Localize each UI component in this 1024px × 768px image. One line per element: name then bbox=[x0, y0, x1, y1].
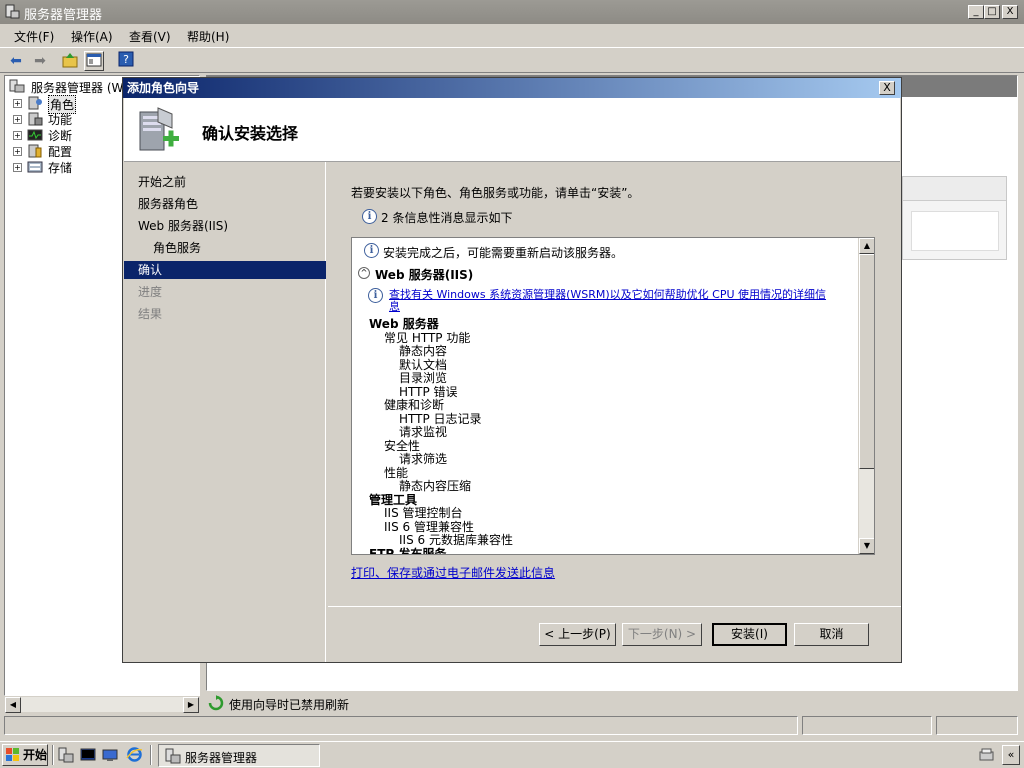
instruction-text: 若要安装以下角色、角色服务或功能，请单击“安装”。 bbox=[351, 186, 640, 200]
window-title: 服务器管理器 bbox=[24, 8, 103, 23]
install-button[interactable]: 安装(I) bbox=[712, 623, 787, 646]
taskbar-button-label: 服务器管理器 bbox=[185, 751, 258, 765]
main-titlebar: 服务器管理器 _ □ X bbox=[0, 0, 1024, 24]
menu-action[interactable]: 操作(A) bbox=[71, 28, 113, 45]
print-save-email-link[interactable]: 打印、保存或通过电子邮件发送此信息 bbox=[351, 564, 555, 581]
command-prompt-icon[interactable] bbox=[80, 747, 96, 763]
forward-arrow-icon[interactable]: ➡ bbox=[30, 51, 50, 71]
dialog-titlebar: 添加角色向导 bbox=[123, 78, 901, 98]
minimize-button[interactable]: _ bbox=[968, 5, 984, 19]
status-bar bbox=[4, 716, 1018, 736]
scroll-right-icon[interactable]: ▶ bbox=[183, 697, 199, 713]
add-roles-wizard-dialog: 添加角色向导 X 确认安装选择 开始之前 服务器角色 Web 服务器(IIS) … bbox=[122, 77, 902, 663]
dialog-heading: 确认安装选择 bbox=[202, 124, 299, 143]
show-desktop-icon[interactable] bbox=[102, 747, 118, 763]
dialog-title: 添加角色向导 bbox=[127, 81, 200, 95]
cancel-button[interactable]: 取消 bbox=[794, 623, 869, 646]
maximize-button[interactable]: □ bbox=[984, 5, 1000, 19]
scroll-left-icon[interactable]: ◀ bbox=[5, 697, 21, 713]
server-manager-icon bbox=[9, 79, 25, 93]
status-pane-main bbox=[4, 716, 798, 735]
help-icon[interactable]: ? bbox=[116, 51, 136, 71]
taskbar-button-server-manager[interactable]: 服务器管理器 bbox=[158, 744, 320, 767]
restart-notice: 安装完成之后，可能需要重新启动该服务器。 bbox=[383, 246, 624, 260]
wsrm-info-link[interactable]: 查找有关 Windows 系统资源管理器(WSRM)以及它如何帮助优化 CPU … bbox=[389, 286, 826, 302]
close-button[interactable]: X bbox=[1002, 5, 1018, 19]
refresh-icon bbox=[208, 695, 224, 711]
nav-confirmation[interactable]: 确认 bbox=[124, 261, 326, 279]
expand-icon[interactable]: + bbox=[13, 115, 22, 124]
back-arrow-icon[interactable]: ⬅ bbox=[6, 51, 26, 71]
server-manager-quicklaunch-icon[interactable] bbox=[58, 747, 74, 763]
tree-root-label: 服务器管理器 (W bbox=[31, 81, 124, 95]
section-title: Web 服务器(IIS) bbox=[375, 268, 474, 282]
toolbar: ⬅ ➡ ? bbox=[0, 47, 1024, 73]
nav-web-server-iis[interactable]: Web 服务器(IIS) bbox=[124, 217, 326, 235]
menu-bar: 文件(F) 操作(A) 查看(V) 帮助(H) bbox=[0, 24, 1024, 46]
server-manager-icon bbox=[5, 4, 20, 19]
wsrm-info-link-cont[interactable]: 息 bbox=[389, 298, 400, 314]
collapse-chevron-icon[interactable]: ^ bbox=[358, 267, 370, 279]
refresh-status: 使用向导时已禁用刷新 bbox=[206, 693, 1018, 713]
status-pane-3 bbox=[936, 716, 1018, 735]
tree-horizontal-scrollbar[interactable]: ◀ ▶ bbox=[4, 696, 200, 713]
storage-icon bbox=[27, 161, 43, 173]
dialog-close-button[interactable]: X bbox=[879, 81, 895, 95]
configuration-icon bbox=[28, 144, 42, 158]
menu-file[interactable]: 文件(F) bbox=[14, 28, 54, 45]
diagnostics-icon bbox=[27, 129, 43, 141]
network-tray-icon[interactable] bbox=[978, 747, 996, 763]
expand-icon[interactable]: + bbox=[13, 163, 22, 172]
refresh-status-text: 使用向导时已禁用刷新 bbox=[229, 698, 350, 712]
expand-icon[interactable]: + bbox=[13, 147, 22, 156]
info-icon: i bbox=[364, 243, 379, 258]
info-icon: i bbox=[368, 288, 383, 303]
server-add-role-icon bbox=[139, 107, 179, 151]
next-button: 下一步(N) > bbox=[622, 623, 702, 646]
back-button[interactable]: < 上一步(P) bbox=[539, 623, 616, 646]
info-count-text: 2 条信息性消息显示如下 bbox=[381, 211, 513, 225]
nav-before-you-begin[interactable]: 开始之前 bbox=[124, 173, 326, 191]
scroll-up-icon[interactable]: ▲ bbox=[859, 238, 874, 254]
features-icon bbox=[28, 112, 43, 126]
expand-icon[interactable]: + bbox=[13, 99, 22, 108]
nav-server-roles[interactable]: 服务器角色 bbox=[124, 195, 326, 213]
windows-logo-icon bbox=[6, 748, 19, 761]
scroll-down-icon[interactable]: ▼ bbox=[859, 538, 874, 554]
nav-role-services[interactable]: 角色服务 bbox=[124, 239, 326, 257]
menu-view[interactable]: 查看(V) bbox=[129, 28, 171, 45]
info-icon: i bbox=[362, 209, 377, 224]
wizard-nav: 开始之前 服务器角色 Web 服务器(IIS) 角色服务 确认 进度 结果 bbox=[124, 162, 326, 662]
up-folder-icon[interactable] bbox=[60, 51, 80, 71]
tree-item-label: 配置 bbox=[48, 145, 73, 159]
nav-progress: 进度 bbox=[138, 285, 163, 299]
roles-icon bbox=[28, 96, 42, 110]
start-label: 开始 bbox=[23, 748, 48, 762]
dialog-header: 确认安装选择 bbox=[124, 98, 900, 162]
details-section-box bbox=[902, 176, 1007, 260]
status-pane-2 bbox=[802, 716, 932, 735]
tree-item-label: 功能 bbox=[48, 113, 73, 127]
tray-expand-button[interactable]: « bbox=[1002, 745, 1020, 765]
results-tree-item: FTP 发布服务 bbox=[369, 546, 447, 555]
scroll-thumb[interactable] bbox=[859, 254, 874, 469]
nav-results: 结果 bbox=[138, 307, 163, 321]
tree-item-label: 存储 bbox=[48, 161, 73, 175]
server-manager-icon bbox=[165, 748, 181, 764]
start-button[interactable]: 开始 bbox=[2, 744, 48, 766]
internet-explorer-icon[interactable] bbox=[126, 746, 143, 763]
svg-text:?: ? bbox=[123, 53, 129, 66]
wizard-footer: < 上一步(P) 下一步(N) > 安装(I) 取消 bbox=[328, 606, 901, 662]
taskbar: 开始 服务器管理器 « bbox=[0, 741, 1024, 768]
show-hide-console-tree-icon[interactable] bbox=[84, 51, 104, 71]
results-vertical-scrollbar[interactable]: ▲ ▼ bbox=[858, 238, 874, 554]
expand-icon[interactable]: + bbox=[13, 131, 22, 140]
results-list[interactable]: i 安装完成之后，可能需要重新启动该服务器。 ^ Web 服务器(IIS) i … bbox=[351, 237, 875, 555]
tree-item-label: 诊断 bbox=[48, 129, 73, 143]
menu-help[interactable]: 帮助(H) bbox=[187, 28, 229, 45]
